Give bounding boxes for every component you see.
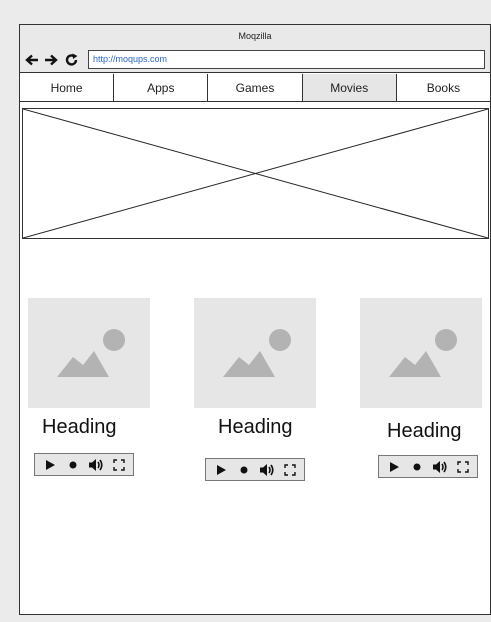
image-placeholder-3 <box>360 298 482 408</box>
play-icon[interactable] <box>386 460 402 474</box>
image-icon <box>57 329 125 377</box>
media-player-3 <box>378 455 478 478</box>
image-placeholder-1 <box>28 298 150 408</box>
address-bar[interactable]: http://moqups.com <box>88 50 485 69</box>
card-heading-3: Heading <box>387 420 462 442</box>
window-title: Moqzilla <box>238 31 272 41</box>
tab-movies[interactable]: Movies <box>302 74 397 101</box>
banner-image-placeholder <box>22 108 489 239</box>
play-icon[interactable] <box>42 458 58 472</box>
tab-home[interactable]: Home <box>20 74 115 101</box>
volume-icon[interactable] <box>432 460 448 474</box>
image-placeholder-2 <box>194 298 316 408</box>
record-icon[interactable] <box>65 458 81 472</box>
image-icon <box>223 329 291 377</box>
fullscreen-icon[interactable] <box>455 460 471 474</box>
reload-icon[interactable] <box>65 53 79 67</box>
play-icon[interactable] <box>213 463 229 477</box>
card-heading-2: Heading <box>218 416 293 438</box>
record-icon[interactable] <box>409 460 425 474</box>
tab-books[interactable]: Books <box>396 74 491 101</box>
image-icon <box>389 329 457 377</box>
tab-apps[interactable]: Apps <box>114 74 209 101</box>
volume-icon[interactable] <box>88 458 104 472</box>
media-player-1 <box>34 453 134 476</box>
browser-window: Moqzilla http://moqups.com Home Apps Gam… <box>19 24 491 615</box>
nav-tabs: Home Apps Games Movies Books <box>20 74 491 102</box>
fullscreen-icon[interactable] <box>282 463 298 477</box>
volume-icon[interactable] <box>259 463 275 477</box>
fullscreen-icon[interactable] <box>111 458 127 472</box>
tab-games[interactable]: Games <box>208 74 303 101</box>
record-icon[interactable] <box>236 463 252 477</box>
media-player-2 <box>205 458 305 481</box>
forward-arrow-icon[interactable] <box>44 53 58 67</box>
back-arrow-icon[interactable] <box>25 53 39 67</box>
title-bar: Moqzilla http://moqups.com <box>20 25 490 73</box>
card-heading-1: Heading <box>42 416 117 438</box>
